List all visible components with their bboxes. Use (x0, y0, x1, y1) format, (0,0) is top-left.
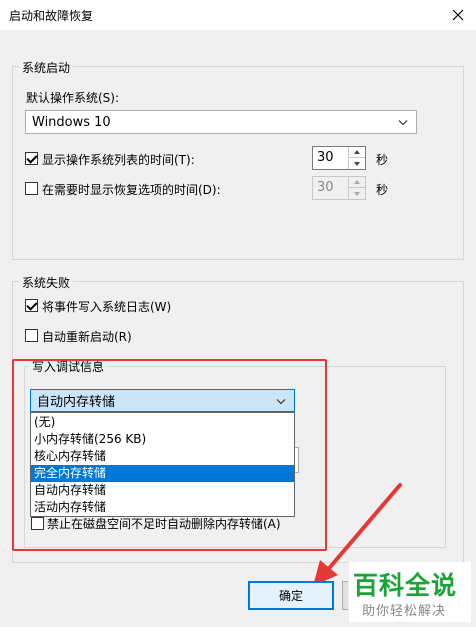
spin-up-button[interactable] (349, 177, 365, 188)
chevron-down-icon (354, 191, 360, 196)
show-os-list-label: 显示操作系统列表的时间(T): (42, 153, 195, 167)
cancel-button-partial[interactable] (342, 581, 348, 610)
show-recovery-unit: 秒 (376, 183, 389, 197)
spin-up-button[interactable] (349, 147, 365, 158)
show-recovery-value: 30 (317, 180, 334, 195)
system-failure-legend: 系统失败 (19, 274, 74, 291)
show-os-list-checkbox[interactable] (25, 152, 38, 165)
chevron-down-icon (354, 161, 360, 166)
annotation-highlight-box (12, 359, 327, 551)
chevron-up-icon (354, 150, 360, 154)
auto-restart-checkbox[interactable] (25, 329, 38, 342)
show-recovery-checkbox[interactable] (25, 182, 38, 195)
default-os-select[interactable]: Windows 10 (25, 110, 417, 134)
write-event-log-checkbox[interactable] (25, 299, 38, 312)
ok-button[interactable]: 确定 (248, 581, 334, 610)
spin-down-button[interactable] (349, 158, 365, 169)
watermark-subtitle: 助你轻松解决 (362, 604, 447, 619)
default-os-label: 默认操作系统(S): (26, 91, 120, 105)
chevron-down-icon (398, 115, 408, 130)
window-title: 启动和故障恢复 (9, 9, 94, 23)
chevron-up-icon (354, 180, 360, 184)
show-os-list-value: 30 (317, 150, 334, 165)
default-os-value: Windows 10 (32, 114, 111, 130)
auto-restart-label: 自动重新启动(R) (42, 330, 132, 344)
close-button[interactable] (440, 0, 476, 30)
system-startup-legend: 系统启动 (19, 59, 74, 76)
show-recovery-spinner[interactable]: 30 (312, 176, 366, 200)
show-os-list-unit: 秒 (376, 153, 389, 167)
spin-down-button[interactable] (349, 188, 365, 199)
show-os-list-spinner[interactable]: 30 (312, 146, 366, 170)
show-recovery-label: 在需要时显示恢复选项的时间(D): (42, 183, 221, 197)
watermark-title: 百科全说 (353, 571, 458, 600)
watermark: 百科全说 助你轻松解决 (349, 562, 471, 622)
close-icon (452, 9, 464, 21)
write-event-log-label: 将事件写入系统日志(W) (42, 300, 172, 314)
